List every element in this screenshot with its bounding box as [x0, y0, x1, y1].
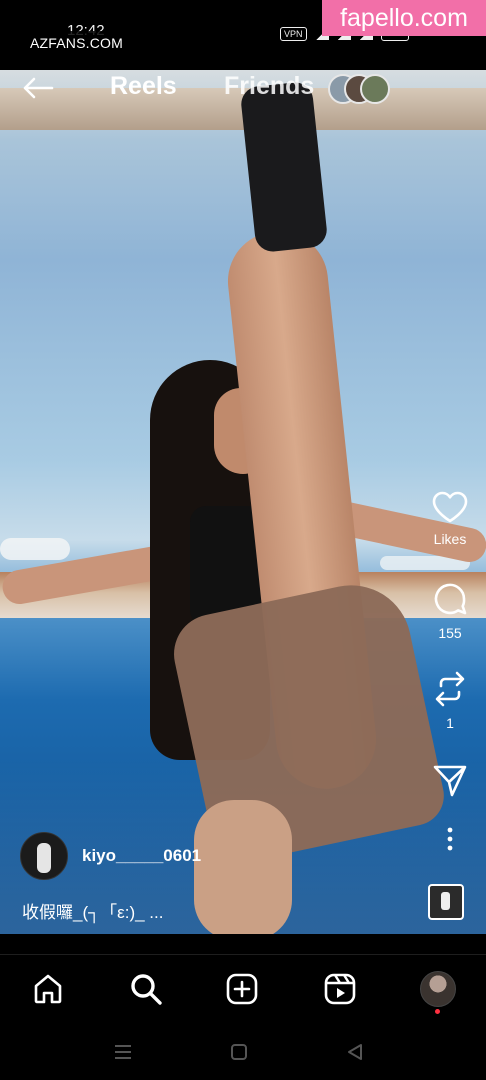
comment-action[interactable]: 155: [424, 580, 476, 641]
profile-avatar[interactable]: [418, 969, 458, 1014]
like-label: Likes: [433, 531, 467, 547]
more-icon[interactable]: [445, 826, 455, 852]
heart-icon[interactable]: [431, 490, 469, 524]
send-action[interactable]: [424, 762, 476, 803]
friend-avatars[interactable]: [328, 74, 398, 104]
tab-reels[interactable]: Reels: [110, 72, 177, 101]
repost-count: 1: [446, 715, 454, 731]
system-nav-bar: [0, 1024, 486, 1080]
send-icon[interactable]: [432, 762, 468, 798]
home-button-icon[interactable]: [227, 1040, 251, 1064]
reels-screen: 12:42 VPN AZFANS.COM fapello.com Reels F…: [0, 0, 486, 1080]
more-action[interactable]: [424, 826, 476, 857]
comment-icon[interactable]: [431, 580, 469, 618]
reels-header: Reels Friends: [0, 70, 486, 114]
avatar[interactable]: [420, 971, 456, 1007]
reel-video[interactable]: [0, 0, 486, 934]
divider: [0, 934, 486, 954]
bottom-nav: [0, 954, 486, 1025]
repost-action[interactable]: 1: [424, 670, 476, 731]
watermark-fapello: fapello.com: [322, 0, 486, 36]
like-action[interactable]: Likes: [424, 490, 476, 547]
vpn-icon: VPN: [280, 27, 307, 41]
repost-icon[interactable]: [431, 670, 469, 708]
comment-count: 155: [438, 625, 462, 641]
avatar: [360, 74, 390, 104]
reels-icon[interactable]: [320, 969, 360, 1009]
recent-apps-icon[interactable]: [111, 1040, 135, 1064]
back-button-icon[interactable]: [343, 1040, 367, 1064]
username[interactable]: kiyo_____0601: [82, 846, 201, 866]
person-standing-leg: [194, 800, 292, 934]
home-icon[interactable]: [28, 969, 68, 1009]
search-icon[interactable]: [126, 969, 166, 1009]
notification-dot: [435, 1009, 440, 1014]
cloud: [0, 538, 70, 560]
post-author[interactable]: kiyo_____0601: [20, 832, 201, 880]
avatar[interactable]: [20, 832, 68, 880]
post-caption[interactable]: 收假囉_(┐「ε:)_ ...: [22, 898, 163, 923]
create-icon[interactable]: [222, 969, 262, 1009]
watermark-azfans: AZFANS.COM: [24, 31, 130, 55]
tab-friends[interactable]: Friends: [224, 72, 314, 101]
audio-thumbnail[interactable]: [428, 884, 464, 920]
arrow-left-icon[interactable]: [22, 76, 54, 100]
